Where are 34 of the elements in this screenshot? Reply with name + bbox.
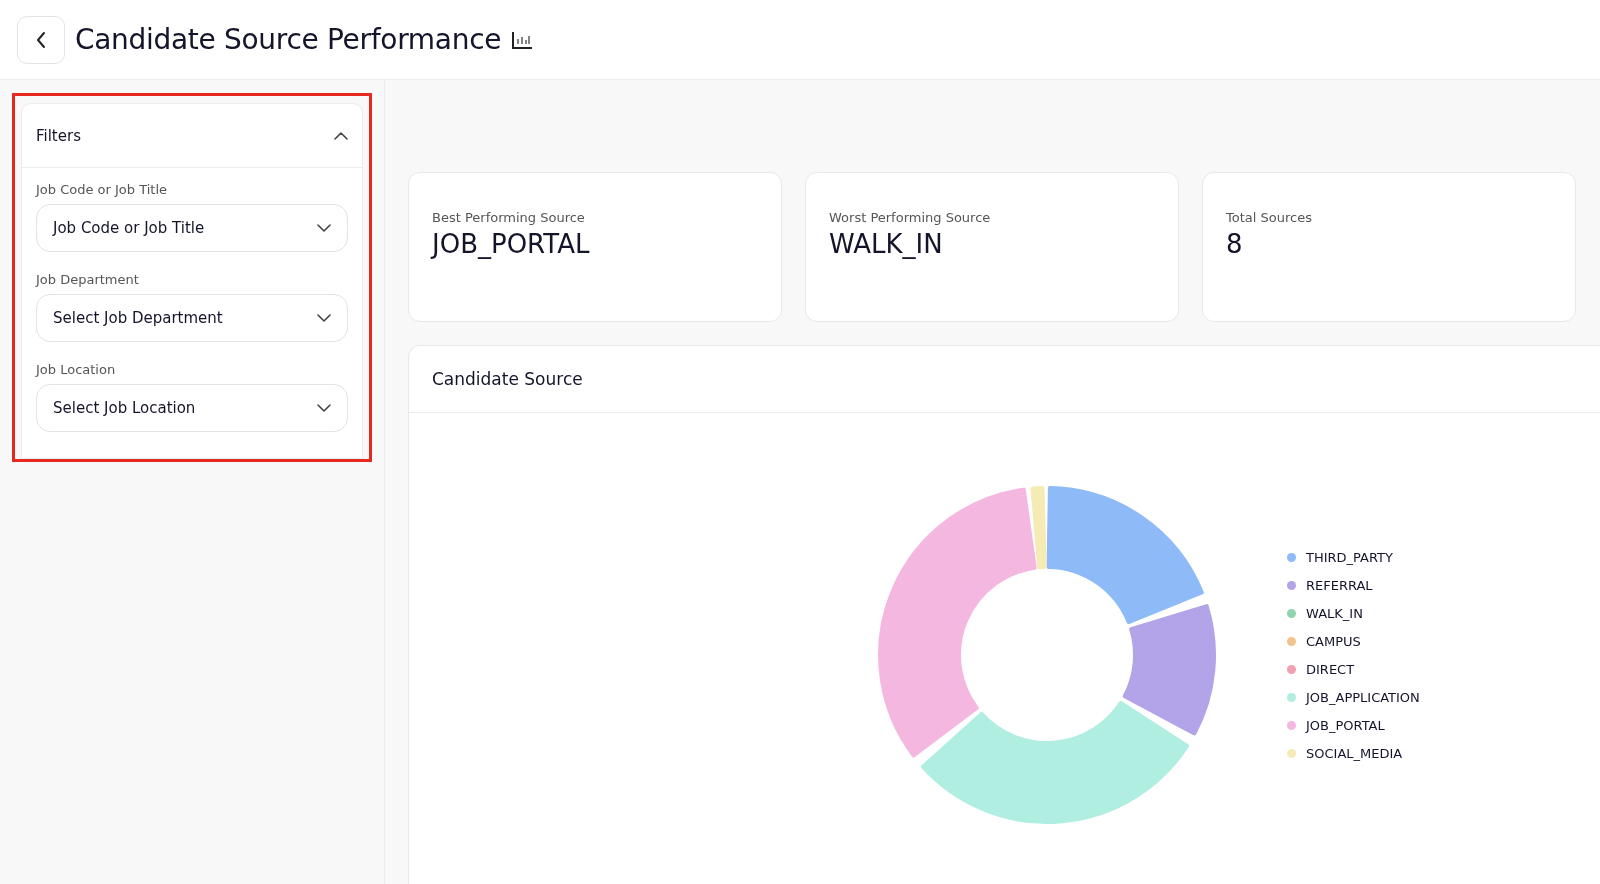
stat-label: Total Sources: [1226, 210, 1313, 225]
legend-label[interactable]: THIRD_PARTY: [1306, 549, 1393, 565]
chevron-icon: [317, 314, 331, 322]
bar-chart-icon: [511, 29, 534, 50]
field-label: Job Department: [36, 272, 140, 287]
stat-label: Worst Performing Source: [829, 210, 992, 225]
legend-label[interactable]: DIRECT: [1306, 661, 1355, 677]
legend-label[interactable]: REFERRAL: [1306, 577, 1373, 593]
chart-title: Candidate Source: [432, 369, 583, 389]
legend-label[interactable]: CAMPUS: [1306, 633, 1361, 649]
stat-value: 8: [1226, 229, 1244, 259]
back-icon: [36, 30, 46, 49]
dropdown-field[interactable]: Select Job Location: [36, 384, 348, 432]
dropdown-field[interactable]: Job Code or Job Title: [36, 204, 348, 252]
page-title: Candidate Source Performance: [75, 23, 502, 56]
dropdown-placeholder: Select Job Department: [53, 309, 223, 327]
legend-label[interactable]: SOCIAL_MEDIA: [1306, 745, 1403, 761]
chevron-icon: [334, 131, 348, 140]
legend-label[interactable]: WALK_IN: [1306, 605, 1363, 621]
back-button[interactable]: [17, 15, 65, 64]
dropdown-placeholder: Job Code or Job Title: [53, 219, 205, 237]
dropdown-field[interactable]: Select Job Department: [36, 294, 348, 342]
filters-header[interactable]: Filters: [22, 104, 362, 168]
legend-label[interactable]: JOB_PORTAL: [1306, 717, 1385, 733]
stat-value: WALK_IN: [829, 229, 944, 259]
field-label: Job Code or Job Title: [36, 182, 169, 197]
legend-label[interactable]: JOB_APPLICATION: [1306, 689, 1420, 705]
stat-label: Best Performing Source: [432, 210, 586, 225]
dropdown-placeholder: Select Job Location: [53, 399, 196, 417]
chevron-icon: [317, 404, 331, 412]
filters-title: Filters: [36, 126, 81, 145]
stat-value: JOB_PORTAL: [432, 229, 591, 259]
field-label: Job Location: [36, 362, 117, 377]
chevron-icon: [317, 224, 331, 232]
